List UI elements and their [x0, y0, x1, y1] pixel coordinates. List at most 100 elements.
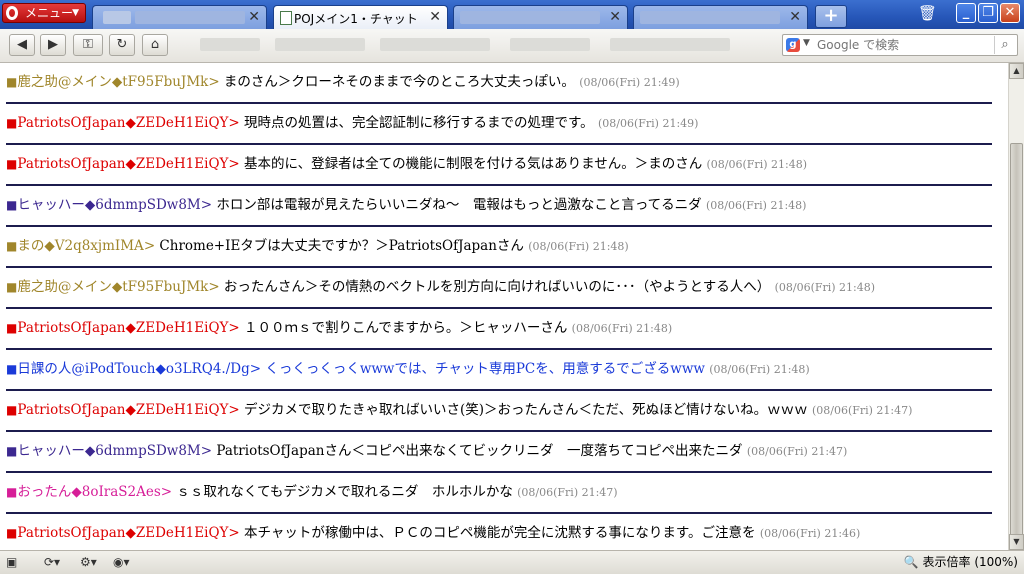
user-marker-icon: ■ [6, 403, 18, 417]
minimize-button[interactable]: _ [956, 3, 976, 23]
restore-button[interactable]: ❐ [978, 3, 998, 23]
scroll-down-icon[interactable]: ▼ [1009, 534, 1024, 550]
user-marker-icon: ■ [6, 321, 18, 335]
message-timestamp: (08/06(Fri) 21:47) [517, 486, 618, 499]
arrow-right-icon: ▶ [48, 37, 58, 52]
name-arrow: > [200, 443, 213, 459]
back-button[interactable]: ◀ [9, 34, 35, 56]
chat-message: ■日課の人@iPodTouch◆o3LRQ4./Dg> くっくっくっくwwwでは… [0, 350, 1000, 391]
close-tab-icon[interactable]: ✕ [248, 9, 260, 25]
message-text: おったんさん＞その情熱のベクトルを別方向に向ければいいのに･･･（やようとする人… [219, 279, 771, 295]
user-trip: ZEDeH1EiQY [135, 320, 229, 336]
chat-message: ■PatriotsOfJapan◆ZEDeH1EiQY> 現時点の処置は、完全認… [0, 104, 1000, 145]
tab-active[interactable]: POJメイン1・チャット ✕ [273, 5, 448, 30]
chat-message: ■ヒャッハー◆6dmmpSDw8M> ホロン部は電報が見えたらいいニダね～ 電報… [0, 186, 1000, 227]
chat-message: ■PatriotsOfJapan◆ZEDeH1EiQY> 本チャットが稼働中は、… [0, 514, 1000, 550]
user-trip: 6dmmpSDw8M [95, 443, 201, 459]
tab-3[interactable]: ✕ [453, 5, 628, 29]
message-text: PatriotsOfJapanさん＜コピペ出来なくてビックリニダ 一度落ちてコピ… [212, 443, 743, 459]
trip-diamond-icon: ◆ [125, 525, 136, 541]
address-bar-blurred[interactable] [180, 35, 760, 55]
name-arrow: > [160, 484, 173, 500]
user-trip: V2q8xjmIMA [54, 238, 144, 254]
message-text: Chrome+IEタブは大丈夫ですか？＞PatriotsOfJapanさん [155, 238, 524, 254]
user-marker-icon: ■ [6, 485, 18, 499]
user-name: おったん [17, 484, 72, 500]
menu-button[interactable]: メニュー ▼ [2, 3, 86, 23]
user-marker-icon: ■ [6, 239, 18, 253]
user-trip: tF95FbuJMk [122, 279, 209, 295]
arrow-left-icon: ◀ [17, 37, 27, 52]
menu-label: メニュー [25, 6, 74, 20]
close-window-button[interactable]: ✕ [1000, 3, 1020, 23]
search-icon[interactable]: ⌕ [994, 36, 1015, 54]
close-tab-icon[interactable]: ✕ [609, 9, 621, 25]
google-icon[interactable]: g [786, 38, 800, 52]
search-box[interactable]: g ▼ ⌕ [782, 34, 1018, 56]
name-arrow: > [228, 402, 240, 418]
chat-message: ■鹿之助@メイン◆tF95FbuJMk> おったんさん＞その情熱のベクトルを別方… [0, 268, 1000, 309]
close-tab-icon[interactable]: ✕ [429, 9, 441, 25]
chat-message: ■ヒャッハー◆6dmmpSDw8M> PatriotsOfJapanさん＜コピペ… [0, 432, 1000, 473]
chevron-down-icon[interactable]: ▼ [803, 38, 810, 48]
page-icon [280, 11, 292, 25]
vertical-scrollbar[interactable]: ▲ ▼ [1008, 63, 1024, 553]
message-timestamp: (08/06(Fri) 21:48) [528, 240, 629, 253]
reload-button[interactable]: ↻ [109, 34, 135, 56]
user-marker-icon: ■ [6, 116, 18, 130]
chat-message: ■おったん◆8oIraS2Aes> ｓｓ取れなくてもデジカメで取れるニダ ホルホ… [0, 473, 1000, 514]
user-trip: tF95FbuJMk [122, 74, 209, 90]
message-line: ■PatriotsOfJapan◆ZEDeH1EiQY> デジカメで取りたきゃ取… [6, 401, 912, 420]
user-name: ヒャッハー [17, 197, 85, 213]
tab-4[interactable]: ✕ [633, 5, 808, 29]
user-marker-icon: ■ [6, 362, 18, 376]
user-name: 日課の人@iPodTouch [17, 361, 156, 377]
trip-diamond-icon: ◆ [125, 115, 136, 131]
scrollbar-thumb[interactable] [1010, 143, 1023, 553]
chat-message: ■PatriotsOfJapan◆ZEDeH1EiQY> 基本的に、登録者は全て… [0, 145, 1000, 186]
message-text: 基本的に、登録者は全ての機能に制限を付ける気はありません。＞まのさん [239, 156, 703, 172]
scroll-up-icon[interactable]: ▲ [1009, 63, 1024, 79]
sync-icon[interactable]: ⟳▾ [44, 554, 60, 571]
message-text: ホロン部は電報が見えたらいいニダね～ 電報はもっと過激なこと言ってるニダ [212, 197, 702, 213]
new-tab-button[interactable]: + [815, 5, 847, 28]
message-timestamp: (08/06(Fri) 21:49) [597, 117, 699, 130]
name-arrow: > [143, 238, 156, 254]
wand-button[interactable]: ⚿ [73, 34, 103, 56]
trip-diamond-icon: ◆ [84, 197, 96, 213]
message-line: ■ヒャッハー◆6dmmpSDw8M> PatriotsOfJapanさん＜コピペ… [6, 442, 847, 461]
user-name: PatriotsOfJapan [17, 156, 126, 172]
message-timestamp: (08/06(Fri) 21:48) [774, 281, 876, 294]
close-tab-icon[interactable]: ✕ [789, 9, 801, 25]
search-input[interactable] [817, 37, 987, 53]
message-text: ｓｓ取れなくてもデジカメで取れるニダ ホルホルかな [172, 484, 513, 500]
user-trip: ZEDeH1EiQY [135, 115, 229, 131]
trip-diamond-icon: ◆ [125, 402, 136, 418]
trash-icon[interactable]: 🗑 [918, 4, 937, 24]
unite-icon[interactable]: ⚙▾ [80, 554, 97, 571]
user-trip: ZEDeH1EiQY [135, 525, 229, 541]
message-line: ■PatriotsOfJapan◆ZEDeH1EiQY> １００ｍｓで割りこんで… [6, 319, 672, 338]
chat-log: ■鹿之助@メイン◆tF95FbuJMk> まのさん＞クローネそのままで今のところ… [0, 63, 1008, 550]
name-arrow: > [208, 74, 220, 90]
opera-logo-icon [6, 6, 18, 20]
tab-title-blurred [640, 11, 780, 24]
home-button[interactable]: ⌂ [142, 34, 168, 56]
user-trip: ZEDeH1EiQY [135, 156, 229, 172]
turbo-icon[interactable]: ◉▾ [113, 554, 130, 571]
panel-toggle-icon[interactable]: ▣ [6, 554, 17, 571]
zoom-level[interactable]: 🔍 表示倍率 (100%) [904, 554, 1018, 571]
message-text: １００ｍｓで割りこんでますから。＞ヒャッハーさん [239, 320, 568, 336]
tab-bar: メニュー ▼ ✕ POJメイン1・チャット ✕ ✕ ✕ + 🗑 _ ❐ ✕ [0, 0, 1024, 30]
forward-button[interactable]: ▶ [40, 34, 66, 56]
trip-diamond-icon: ◆ [44, 238, 55, 254]
chat-message: ■PatriotsOfJapan◆ZEDeH1EiQY> １００ｍｓで割りこんで… [0, 309, 1000, 350]
home-icon: ⌂ [150, 37, 160, 52]
tab-title-blurred [460, 11, 600, 24]
message-text: まのさん＞クローネそのままで今のところ大丈夫っぽい。 [219, 74, 575, 90]
message-timestamp: (08/06(Fri) 21:48) [709, 363, 810, 376]
user-trip: 8oIraS2Aes [81, 484, 161, 500]
tab-1[interactable]: ✕ [92, 5, 267, 29]
user-marker-icon: ■ [6, 75, 18, 89]
user-name: PatriotsOfJapan [17, 320, 126, 336]
